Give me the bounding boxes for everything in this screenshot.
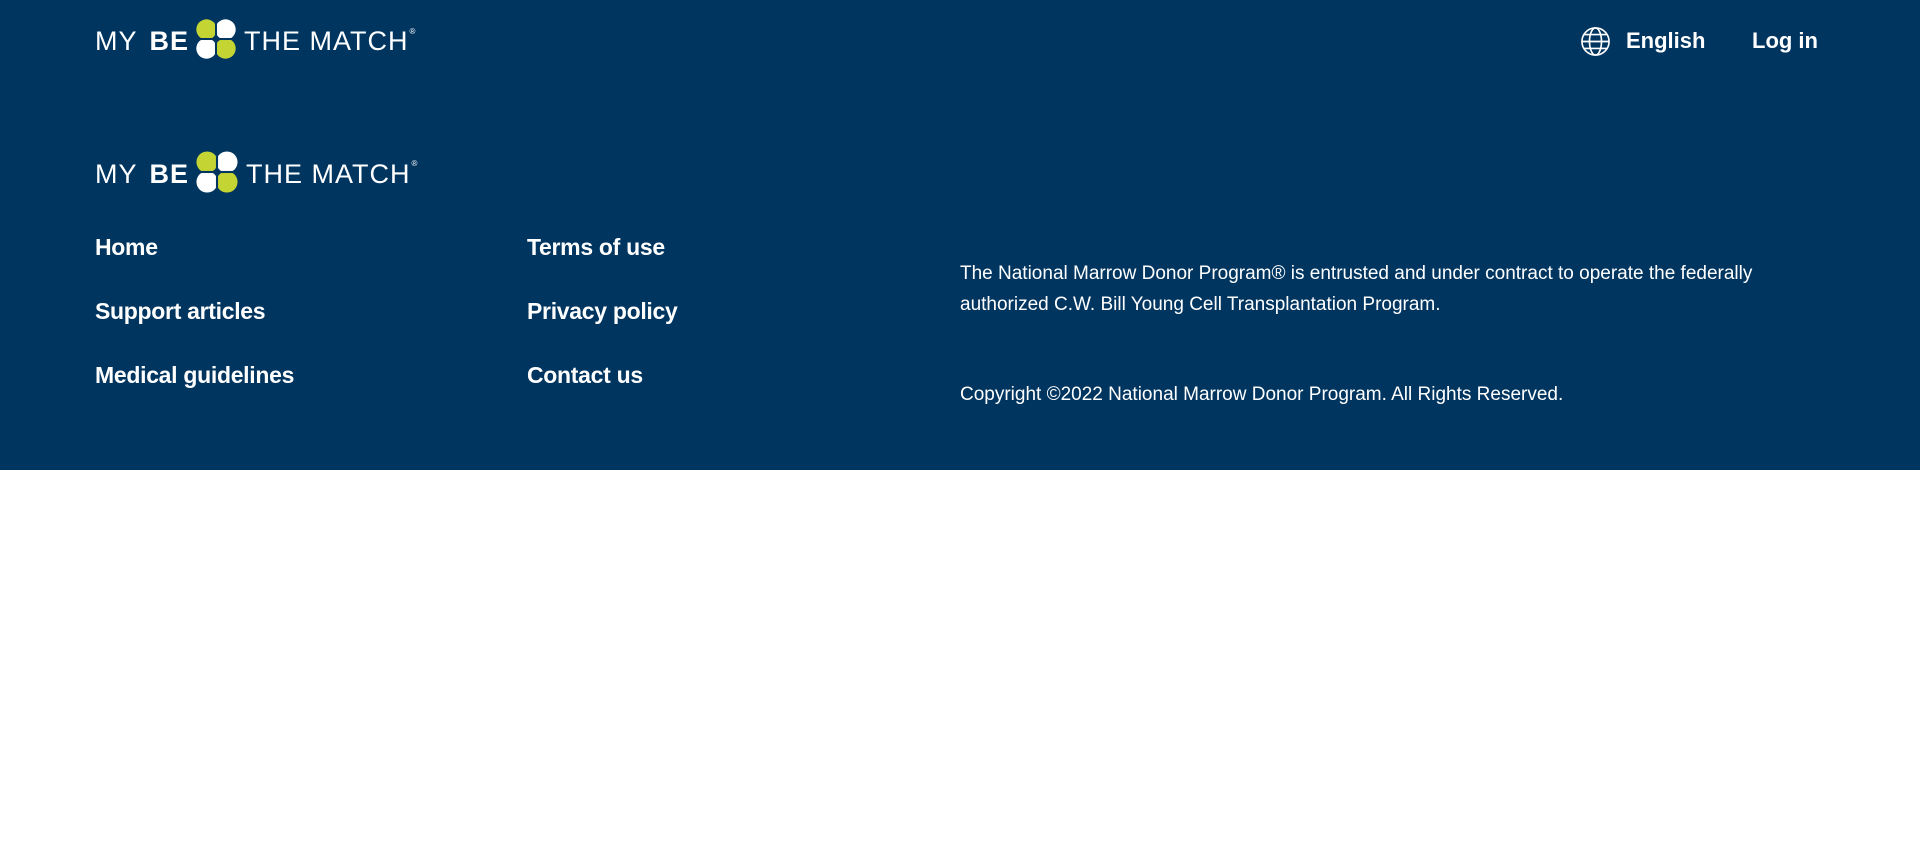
footer-link-medical-guidelines[interactable]: Medical guidelines [95, 360, 294, 390]
logo-word-be: BE [149, 25, 190, 56]
clover-icon [193, 15, 240, 67]
footer-link-terms-of-use[interactable]: Terms of use [527, 232, 678, 262]
registered-mark: ® [411, 159, 419, 168]
page: MY BE THE MATCH ® English Log in MY BE T… [0, 0, 1920, 846]
header-logo[interactable]: MY BE THE MATCH ® [95, 15, 417, 67]
footer-link-privacy-policy[interactable]: Privacy policy [527, 296, 678, 326]
footer-nav-legal: Terms of use Privacy policy Contact us [527, 232, 678, 424]
language-label: English [1626, 28, 1706, 53]
footer-nav-primary: Home Support articles Medical guidelines [95, 232, 294, 424]
legal-disclaimer: The National Marrow Donor Program® is en… [960, 263, 1753, 315]
registered-mark: ® [409, 27, 417, 36]
site-header: MY BE THE MATCH ® English Log in [0, 0, 1920, 82]
logo-word-the-match: THE MATCH [244, 25, 409, 56]
footer-link-home[interactable]: Home [95, 232, 294, 262]
clover-icon [193, 147, 242, 201]
copyright-notice: Copyright ©2022 National Marrow Donor Pr… [960, 384, 1564, 405]
logo-word-my: MY [95, 158, 138, 189]
footer-link-contact-us[interactable]: Contact us [527, 360, 678, 390]
logo-word-my: MY [95, 25, 138, 56]
language-selector[interactable]: English [1580, 24, 1705, 58]
logo-word-be: BE [149, 158, 190, 189]
login-link[interactable]: Log in [1752, 24, 1818, 58]
footer-link-support-articles[interactable]: Support articles [95, 296, 294, 326]
logo-word-the-match: THE MATCH [246, 158, 411, 189]
globe-icon [1580, 26, 1611, 57]
footer-logo[interactable]: MY BE THE MATCH ® [95, 147, 419, 201]
